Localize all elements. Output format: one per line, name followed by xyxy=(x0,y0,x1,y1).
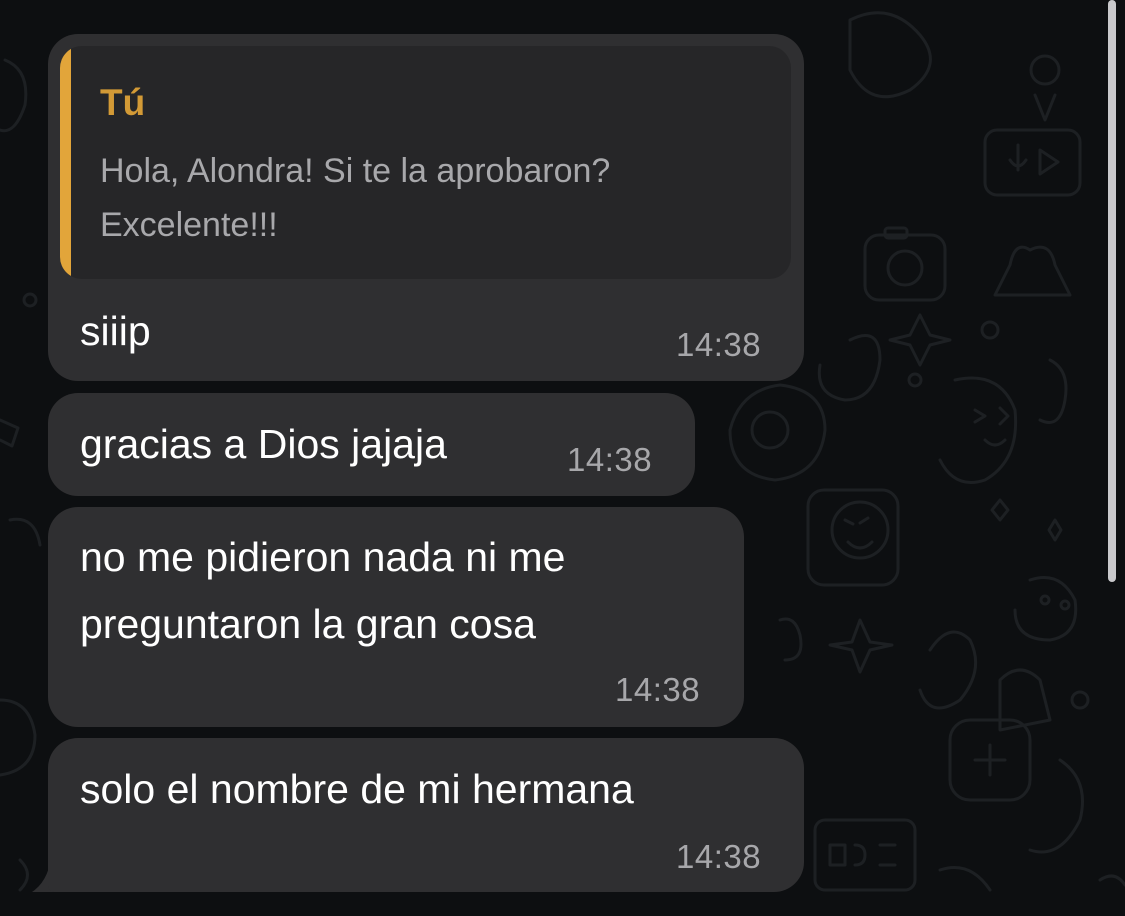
message-text-line-2: preguntaron la gran cosa xyxy=(80,601,536,647)
message-text: gracias a Dios jajaja xyxy=(80,421,447,467)
message-bubble[interactable]: Tú Hola, Alondra! Si te la aprobaron? Ex… xyxy=(48,34,804,381)
message-timestamp: 14:38 xyxy=(676,838,762,875)
message-timestamp: 14:38 xyxy=(567,441,653,478)
reply-quote-bar xyxy=(60,46,71,279)
message-bubble[interactable]: solo el nombre de mi hermana 14:38 xyxy=(48,738,804,892)
message-bubble[interactable]: gracias a Dios jajaja 14:38 xyxy=(48,393,695,496)
reply-quote[interactable]: Tú Hola, Alondra! Si te la aprobaron? Ex… xyxy=(60,46,791,279)
message-timestamp: 14:38 xyxy=(676,326,762,363)
reply-quote-text: Hola, Alondra! Si te la aprobaron? Excel… xyxy=(100,152,611,244)
message-timestamp: 14:38 xyxy=(615,671,701,708)
scrollbar[interactable] xyxy=(1108,0,1116,582)
reply-quote-author: Tú xyxy=(100,82,146,123)
message-text: solo el nombre de mi hermana xyxy=(80,766,634,812)
message-text-line-1: no me pidieron nada ni me xyxy=(80,534,566,580)
message-text: siiip xyxy=(80,308,151,354)
message-bubble[interactable]: no me pidieron nada ni me preguntaron la… xyxy=(48,507,744,727)
